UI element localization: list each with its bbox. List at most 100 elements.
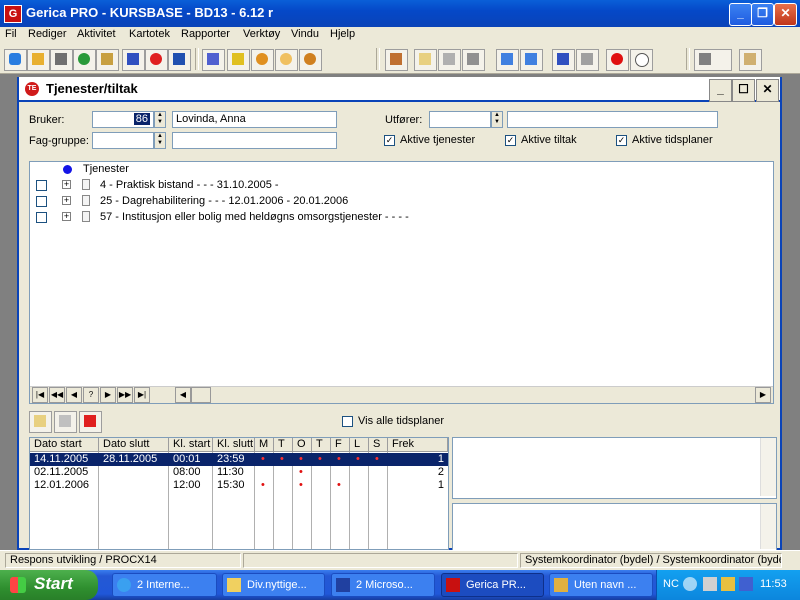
task-folder[interactable]: Div.nyttige...: [222, 573, 325, 597]
aktive-tiltak-checkbox[interactable]: ✓: [505, 135, 516, 146]
col-header[interactable]: Dato slutt: [99, 438, 169, 452]
tree-item[interactable]: + 57 - Institusjon eller bolig med heldø…: [30, 210, 773, 225]
menu-fil[interactable]: Fil: [5, 28, 17, 40]
tree-item[interactable]: + 4 - Praktisk bistand - - - 31.10.2005 …: [30, 178, 773, 193]
notes-scrollbar[interactable]: [760, 438, 776, 496]
scroll-thumb[interactable]: [191, 387, 211, 403]
bruker-spinner[interactable]: ▲ ▼: [154, 111, 166, 128]
clock-icon[interactable]: [630, 49, 653, 71]
new-icon[interactable]: [29, 411, 52, 433]
tools-icon[interactable]: [50, 49, 73, 71]
tree-item-checkbox[interactable]: [36, 180, 47, 191]
task-word[interactable]: 2 Microso...: [331, 573, 435, 597]
table-row[interactable]: 02.11.2005 08:00 11:30 • 2: [30, 466, 448, 479]
list-icon[interactable]: [122, 49, 145, 71]
tray-security-icon[interactable]: [721, 577, 735, 591]
close-button[interactable]: ✕: [774, 3, 797, 26]
tree-item-checkbox[interactable]: [36, 212, 47, 223]
col-header[interactable]: Kl. start: [169, 438, 213, 452]
table-row[interactable]: 12.01.2006 12:00 15:30 • • • 1: [30, 479, 448, 492]
exit-icon[interactable]: [385, 49, 408, 71]
move-icon[interactable]: [227, 49, 250, 71]
scroll-right-icon[interactable]: ▶: [755, 387, 771, 403]
checklist2-icon[interactable]: [576, 49, 599, 71]
prev-record-icon[interactable]: ◀: [66, 387, 82, 403]
utforer-field[interactable]: [429, 111, 491, 128]
child-close-button[interactable]: ✕: [756, 79, 779, 102]
col-header[interactable]: Dato start: [30, 438, 99, 452]
document-edit-icon[interactable]: [96, 49, 119, 71]
scroll-left-icon[interactable]: ◀: [175, 387, 191, 403]
help-icon[interactable]: ?: [83, 387, 99, 403]
col-header[interactable]: L: [350, 438, 369, 452]
start-button[interactable]: Start: [0, 570, 98, 600]
next-record-icon[interactable]: ▶: [100, 387, 116, 403]
checklist-icon[interactable]: [552, 49, 575, 71]
task-paint[interactable]: Uten navn ...: [549, 573, 653, 597]
bruker-name-field[interactable]: Lovinda, Anna: [172, 111, 337, 128]
tree-item[interactable]: + 25 - Dagrehabilitering - - - 12.01.200…: [30, 194, 773, 209]
services-tree[interactable]: Tjenester + 4 - Praktisk bistand - - - 3…: [29, 161, 774, 404]
tree-root[interactable]: Tjenester: [30, 162, 773, 177]
aktive-tjenester-checkbox[interactable]: ✓: [384, 135, 395, 146]
menu-hjelp[interactable]: Hjelp: [330, 28, 355, 40]
task-gerica[interactable]: Gerica PR...: [441, 573, 544, 597]
itr-icon[interactable]: [202, 49, 225, 71]
task-internet[interactable]: 2 Interne...: [112, 573, 217, 597]
wheelchair-icon[interactable]: [168, 49, 191, 71]
child-minimize-button[interactable]: _: [709, 79, 732, 102]
col-header[interactable]: F: [331, 438, 350, 452]
note-edit-icon[interactable]: [438, 49, 461, 71]
aktive-tidsplaner-checkbox[interactable]: ✓: [616, 135, 627, 146]
col-header[interactable]: S: [369, 438, 388, 452]
tree2-icon[interactable]: [520, 49, 543, 71]
col-header[interactable]: Frek: [388, 438, 448, 452]
restore-button[interactable]: ❐: [751, 3, 774, 26]
notes2-scrollbar[interactable]: [760, 504, 776, 549]
tree-icon[interactable]: [496, 49, 519, 71]
bruker-id-field[interactable]: 86: [92, 111, 154, 128]
minimize-button[interactable]: _: [729, 3, 752, 26]
open-edit-icon[interactable]: [54, 411, 77, 433]
col-header[interactable]: O: [293, 438, 312, 452]
menu-verktoy[interactable]: Verktøy: [243, 28, 280, 40]
next-page-icon[interactable]: ▶▶: [117, 387, 133, 403]
folder-icon[interactable]: [414, 49, 437, 71]
utforer-spinner[interactable]: ▲ ▼: [491, 111, 503, 128]
vis-alle-checkbox[interactable]: [342, 416, 353, 427]
coins-icon[interactable]: [251, 49, 274, 71]
col-header[interactable]: Kl. slutt: [213, 438, 255, 452]
col-header[interactable]: T: [274, 438, 293, 452]
card-icon[interactable]: [462, 49, 485, 71]
stop-icon[interactable]: [606, 49, 629, 71]
expand-icon[interactable]: +: [62, 196, 71, 205]
edit-icon[interactable]: [27, 49, 50, 71]
print-icon[interactable]: [694, 49, 732, 71]
faggruppe-field[interactable]: [92, 132, 154, 149]
first-record-icon[interactable]: |◀: [32, 387, 48, 403]
medical-icon[interactable]: [145, 49, 168, 71]
notes-box-top[interactable]: [452, 437, 777, 499]
tray-expand-icon[interactable]: [683, 577, 697, 591]
tree-item-checkbox[interactable]: [36, 196, 47, 207]
users-icon[interactable]: [4, 49, 27, 71]
prev-page-icon[interactable]: ◀◀: [49, 387, 65, 403]
table-row[interactable]: 14.11.2005 28.11.2005 00:01 23:59 • • • • • • • 1: [30, 453, 448, 466]
col-header[interactable]: M: [255, 438, 274, 452]
delete-icon[interactable]: [79, 411, 102, 433]
face-icon[interactable]: [275, 49, 298, 71]
faggruppe-spinner[interactable]: ▲ ▼: [154, 132, 166, 149]
tray-language[interactable]: NC: [663, 578, 679, 590]
schedule-grid[interactable]: Dato start Dato slutt Kl. start Kl. slut…: [29, 437, 449, 550]
expand-icon[interactable]: +: [62, 180, 71, 189]
col-header[interactable]: T: [312, 438, 331, 452]
child-maximize-button[interactable]: ☐: [732, 79, 755, 102]
menu-aktivitet[interactable]: Aktivitet: [77, 28, 116, 40]
last-record-icon[interactable]: ▶|: [134, 387, 150, 403]
notes-box-bottom[interactable]: [452, 503, 777, 552]
faggruppe-name-field[interactable]: [172, 132, 337, 149]
menu-rapporter[interactable]: Rapporter: [181, 28, 230, 40]
menu-vindu[interactable]: Vindu: [291, 28, 319, 40]
expand-icon[interactable]: +: [62, 212, 71, 221]
utforer-name-field[interactable]: [507, 111, 718, 128]
